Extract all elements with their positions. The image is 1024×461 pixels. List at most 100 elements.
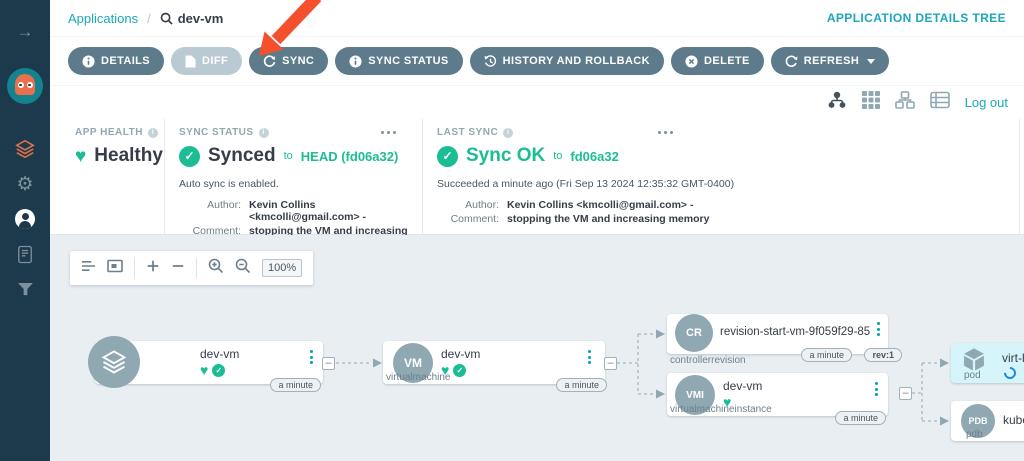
author-value: Kevin Collins <kmcolli@gmail.com> - xyxy=(507,199,694,212)
delete-icon xyxy=(685,54,698,68)
last-sync-note: Succeeded a minute ago (Fri Sep 13 2024 … xyxy=(437,178,735,190)
details-button[interactable]: DETAILS xyxy=(68,47,165,75)
synced-icon: ✓ xyxy=(453,363,467,377)
sync-status-value: Synced xyxy=(208,145,276,166)
node-controllerrevision[interactable]: CR revision-start-vm-9f059f29-85... cont… xyxy=(667,314,902,366)
sync-revision[interactable]: HEAD (fd06a32) xyxy=(301,149,399,164)
refresh-label: REFRESH xyxy=(803,55,860,67)
author-label: Author: xyxy=(207,199,241,212)
node-kind-label: virtualmachine xyxy=(386,372,451,383)
action-toolbar: DETAILS DIFF SYNC SYNC STATUS HISTORY AN… xyxy=(50,37,1024,85)
cr-kind-icon: CR xyxy=(675,314,713,352)
file-icon xyxy=(185,55,196,67)
view-network-icon[interactable] xyxy=(894,91,915,114)
check-circle-icon: ✓ xyxy=(437,145,458,167)
zoom-out-icon[interactable] xyxy=(171,259,185,278)
age-badge: a minute xyxy=(801,348,852,362)
app-window: → ⚙ Applications / dev-vm APPLICATION DE… xyxy=(0,0,1024,461)
argocd-logo xyxy=(7,68,43,104)
heart-icon: ♥ xyxy=(75,145,87,167)
node-menu-icon[interactable] xyxy=(588,350,591,364)
node-menu-icon[interactable] xyxy=(875,382,878,396)
details-label: DETAILS xyxy=(101,55,151,67)
refresh-button[interactable]: REFRESH xyxy=(770,47,890,75)
comment-label: Comment: xyxy=(450,213,499,226)
user-icon xyxy=(15,209,35,229)
last-sync-status: Sync OK xyxy=(466,145,546,166)
fit-to-screen-icon[interactable] xyxy=(107,259,123,278)
docs-icon xyxy=(18,245,32,263)
sync-icon xyxy=(263,54,276,67)
sidebar-item-applications[interactable] xyxy=(14,138,36,160)
node-virtualmachine[interactable]: VM dev-vm ♥ ✓ virtualmachine a minute xyxy=(383,341,607,392)
panel-menu-icon[interactable] xyxy=(658,131,673,134)
sidebar-item-user[interactable] xyxy=(14,208,36,230)
node-pod[interactable]: virt-l pod xyxy=(951,343,1024,383)
zoom-level-value[interactable]: 100% xyxy=(262,259,303,277)
view-pods-icon[interactable] xyxy=(861,91,880,114)
node-pdb[interactable]: PDB kube pdb xyxy=(951,401,1024,441)
application-icon xyxy=(88,336,140,388)
breadcrumb-applications[interactable]: Applications xyxy=(68,11,138,26)
gear-icon: ⚙ xyxy=(16,173,34,195)
node-virtualmachineinstance[interactable]: VMI dev-vm ♥ virtualmachineinstance a mi… xyxy=(667,373,888,425)
info-icon[interactable]: i xyxy=(147,127,158,138)
status-panels: APP HEALTH i ♥ Healthy SYNC STATUS i ✓ S… xyxy=(50,119,1024,249)
node-name: kube xyxy=(1003,413,1024,427)
sidebar-item-settings[interactable]: ⚙ xyxy=(14,173,36,195)
node-name: dev-vm xyxy=(200,347,240,361)
revision-badge: rev:1 xyxy=(864,348,902,362)
zoom-in-icon[interactable] xyxy=(146,259,160,278)
to-label: to xyxy=(283,150,293,162)
info-icon[interactable]: i xyxy=(258,127,269,138)
sync-label: SYNC xyxy=(282,55,315,67)
sync-status-button[interactable]: SYNC STATUS xyxy=(335,47,463,75)
progressing-spinner-icon xyxy=(1001,364,1019,382)
layers-icon xyxy=(15,139,35,159)
node-menu-icon[interactable] xyxy=(877,322,880,336)
align-icon[interactable] xyxy=(81,259,96,278)
node-name: revision-start-vm-9f059f29-85... xyxy=(720,326,870,338)
refresh-icon xyxy=(785,55,798,67)
magnifier-minus-icon[interactable] xyxy=(235,258,251,279)
info-icon xyxy=(82,54,95,68)
check-circle-icon: ✓ xyxy=(179,145,200,167)
page-title: APPLICATION DETAILS TREE xyxy=(826,11,1006,25)
view-tree-icon[interactable] xyxy=(827,91,847,114)
sync-status-panel: SYNC STATUS i ✓ Synced to HEAD (fd06a32)… xyxy=(164,119,422,249)
node-name: dev-vm xyxy=(723,379,763,393)
app-health-status: Healthy xyxy=(94,145,163,166)
sidebar-expand-icon[interactable]: → xyxy=(17,22,34,42)
sidebar-item-filter[interactable] xyxy=(14,278,36,300)
magnifier-plus-icon[interactable] xyxy=(208,258,224,279)
history-rollback-button[interactable]: HISTORY AND ROLLBACK xyxy=(469,47,664,75)
filter-funnel-icon xyxy=(17,282,33,295)
info-icon[interactable]: i xyxy=(503,127,514,138)
diff-button[interactable]: DIFF xyxy=(171,47,243,75)
delete-button[interactable]: DELETE xyxy=(671,47,764,75)
collapse-handle[interactable]: – xyxy=(604,357,617,370)
sync-status-label: SYNC STATUS xyxy=(368,55,449,67)
node-kind-label: virtualmachineinstance xyxy=(670,404,772,415)
panel-spacer xyxy=(1020,119,1024,234)
collapse-handle[interactable]: – xyxy=(322,357,335,370)
view-list-icon[interactable] xyxy=(929,91,950,114)
node-name: dev-vm xyxy=(441,347,481,361)
app-name: dev-vm xyxy=(177,10,224,26)
octopus-icon xyxy=(15,74,35,95)
breadcrumb-current: dev-vm xyxy=(160,10,224,26)
sync-button[interactable]: SYNC xyxy=(249,47,329,75)
delete-label: DELETE xyxy=(704,55,750,67)
collapse-handle[interactable]: – xyxy=(899,387,912,400)
age-badge: a minute xyxy=(270,378,321,392)
node-application[interactable]: dev-vm ♥ ✓ a minute xyxy=(88,336,323,392)
breadcrumb-separator: / xyxy=(147,10,151,26)
panel-menu-icon[interactable] xyxy=(381,131,396,134)
age-badge: a minute xyxy=(556,378,607,392)
node-name: virt-l xyxy=(1002,351,1024,365)
graph-toolbar: 100% xyxy=(70,251,314,285)
node-menu-icon[interactable] xyxy=(310,350,313,364)
logout-link[interactable]: Log out xyxy=(965,95,1008,110)
sidebar-item-docs[interactable] xyxy=(14,243,36,265)
last-sync-revision[interactable]: fd06a32 xyxy=(570,149,618,164)
